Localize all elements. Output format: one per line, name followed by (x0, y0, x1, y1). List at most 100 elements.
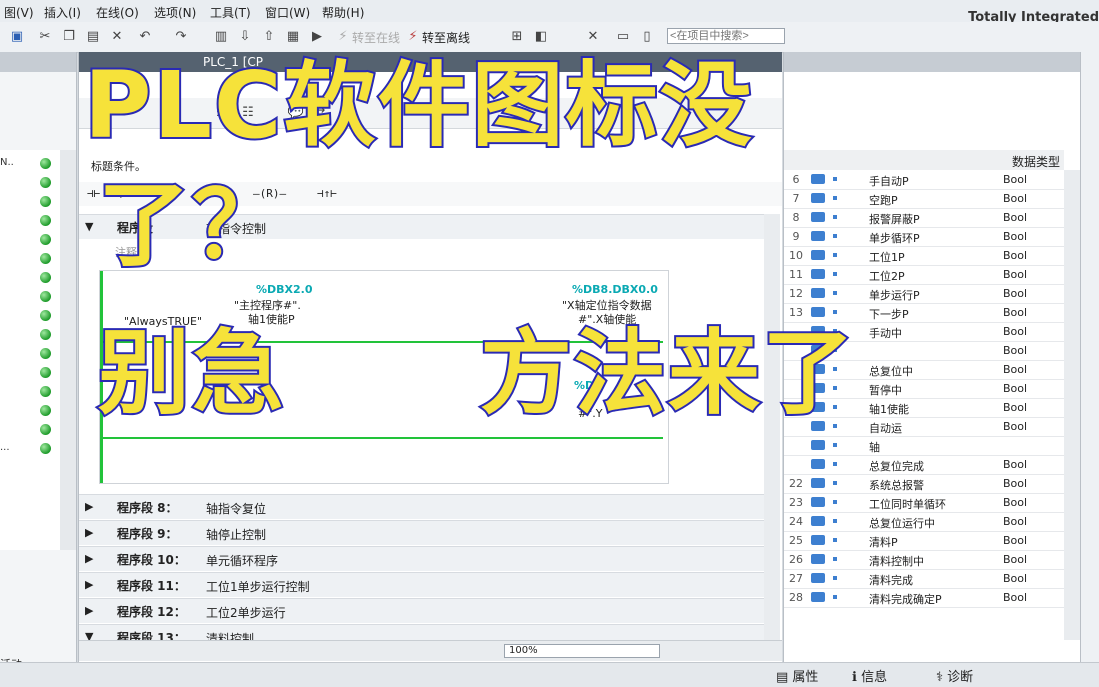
tag-row[interactable]: 8 报警屏蔽P Bool (784, 208, 1064, 228)
tag-row[interactable]: 28 清料完成确定P Bool (784, 588, 1064, 608)
editor-horizontal-scrollbar[interactable]: 100% (79, 640, 782, 661)
project-tree-item[interactable] (0, 306, 60, 325)
tag-row[interactable]: 27 清料完成 Bool (784, 569, 1064, 589)
accessible-devices-icon[interactable]: ⊞ (508, 27, 526, 45)
project-tree-item[interactable] (0, 401, 60, 420)
undo-icon[interactable]: ↶ (136, 27, 154, 45)
tag-data-type[interactable]: Bool (1003, 192, 1027, 205)
tag-data-type[interactable]: Bool (1003, 306, 1027, 319)
collapse-arrow-icon[interactable]: ▼ (85, 220, 93, 233)
tag-row[interactable]: 10 工位1P Bool (784, 246, 1064, 266)
network-12-header[interactable]: ▶ 程序段 12： 工位2单步运行 (79, 598, 764, 623)
project-tree-item[interactable] (0, 249, 60, 268)
tag-row[interactable]: 24 总复位运行中 Bool (784, 512, 1064, 532)
project-tree-item[interactable] (0, 287, 60, 306)
go-online-button[interactable]: 转至在线 (352, 29, 400, 46)
tag-name[interactable]: 自动运 (869, 420, 902, 436)
upload-icon[interactable]: ⇧ (260, 27, 278, 45)
menu-online[interactable]: 在线(O) (96, 4, 139, 21)
tag-data-type[interactable]: Bool (1003, 268, 1027, 281)
tag-table-scrollbar[interactable] (1064, 170, 1080, 640)
go-offline-icon[interactable]: ⚡ (404, 27, 422, 45)
tag-row[interactable]: 轴 (784, 436, 1064, 456)
menu-options[interactable]: 选项(N) (154, 4, 196, 21)
tag-name[interactable]: 系统总报警 (869, 477, 924, 493)
tag-data-type[interactable]: Bool (1003, 211, 1027, 224)
editor-vertical-scrollbar[interactable] (764, 214, 780, 640)
expand-arrow-icon[interactable]: ▶ (85, 526, 93, 539)
tag-data-type[interactable]: Bool (1003, 173, 1027, 186)
coil-address[interactable]: %DB8.DBX0.0 (572, 283, 658, 296)
tag-data-type[interactable]: Bool (1003, 591, 1027, 604)
project-tree-item[interactable]: ... (0, 439, 60, 458)
project-tree-item[interactable]: N.. (0, 154, 60, 173)
simulation-icon[interactable]: ▦ (284, 27, 302, 45)
expand-arrow-icon[interactable]: ▶ (85, 604, 93, 617)
tag-name[interactable]: 报警屏蔽P (869, 211, 920, 227)
menu-tools[interactable]: 工具(T) (210, 4, 251, 21)
network-10-header[interactable]: ▶ 程序段 10： 单元循环程序 (79, 546, 764, 571)
project-tree-item[interactable] (0, 344, 60, 363)
expand-arrow-icon[interactable]: ▶ (85, 500, 93, 513)
tag-data-type[interactable]: Bool (1003, 534, 1027, 547)
tag-data-type[interactable]: Bool (1003, 572, 1027, 585)
tag-name[interactable]: 总复位完成 (869, 458, 924, 474)
tag-data-type[interactable]: Bool (1003, 230, 1027, 243)
tag-name[interactable]: 单步循环P (869, 230, 920, 246)
tag-name[interactable]: 清料控制中 (869, 553, 924, 569)
tag-name[interactable]: 轴1使能 (869, 401, 909, 417)
tag-name[interactable]: 手自动P (869, 173, 909, 189)
redo-icon[interactable]: ↷ (172, 27, 190, 45)
tag-row[interactable]: 总复位完成 Bool (784, 455, 1064, 475)
project-tree-item[interactable] (0, 192, 60, 211)
tag-row[interactable]: 23 工位同时单循环 Bool (784, 493, 1064, 513)
tag-name[interactable]: 总复位运行中 (869, 515, 935, 531)
tag-data-type[interactable]: Bool (1003, 401, 1027, 414)
tag-data-type[interactable]: Bool (1003, 515, 1027, 528)
copy-icon[interactable]: ❐ (60, 27, 78, 45)
info-tab[interactable]: ℹ 信息 (852, 666, 887, 685)
tag-row[interactable]: 22 系统总报警 Bool (784, 474, 1064, 494)
tag-data-type[interactable]: Bool (1003, 458, 1027, 471)
tag-name[interactable]: 单步运行P (869, 287, 920, 303)
go-offline-button[interactable]: 转至离线 (422, 29, 470, 46)
project-tree-item[interactable] (0, 211, 60, 230)
properties-tab[interactable]: ▤ 属性 (776, 666, 818, 685)
project-tree-item[interactable] (0, 173, 60, 192)
expand-arrow-icon[interactable]: ▶ (85, 578, 93, 591)
menu-view[interactable]: 图(V) (4, 4, 34, 21)
network-8-header[interactable]: ▶ 程序段 8： 轴指令复位 (79, 494, 764, 519)
tag-name[interactable]: 工位2P (869, 268, 905, 284)
tag-data-type[interactable]: Bool (1003, 287, 1027, 300)
project-search-input[interactable] (667, 28, 785, 44)
tag-name[interactable]: 下一步P (869, 306, 909, 322)
close-icon[interactable]: ✕ (584, 27, 602, 45)
save-icon[interactable]: ▣ (8, 27, 26, 45)
monitor-icon[interactable]: ◧ (532, 27, 550, 45)
paste-icon[interactable]: ▤ (84, 27, 102, 45)
tag-row[interactable]: 11 工位2P Bool (784, 265, 1064, 285)
menu-insert[interactable]: 插入(I) (44, 4, 81, 21)
tag-data-type[interactable]: Bool (1003, 325, 1027, 338)
tag-data-type[interactable]: Bool (1003, 553, 1027, 566)
project-tree-item[interactable] (0, 382, 60, 401)
tag-name[interactable]: 轴 (869, 439, 880, 455)
zoom-select[interactable]: 100% (504, 644, 660, 658)
split-horizontal-icon[interactable]: ▭ (614, 27, 632, 45)
tag-name[interactable]: 清料完成 (869, 572, 913, 588)
tag-row[interactable]: 9 单步循环P Bool (784, 227, 1064, 247)
tag-data-type[interactable]: Bool (1003, 420, 1027, 433)
tag-name[interactable]: 工位同时单循环 (869, 496, 946, 512)
start-cpu-icon[interactable]: ▶ (308, 27, 326, 45)
network-13-header[interactable]: ▼ 程序段 13： 清料控制 (79, 624, 764, 641)
positive-edge-icon[interactable]: ⊣↑⊢ (317, 187, 337, 200)
tag-row[interactable]: 26 清料控制中 Bool (784, 550, 1064, 570)
tag-row[interactable]: 12 单步运行P Bool (784, 284, 1064, 304)
split-vertical-icon[interactable]: ▯ (638, 27, 656, 45)
delete-icon[interactable]: ✕ (108, 27, 126, 45)
tag-name[interactable]: 工位1P (869, 249, 905, 265)
project-tree-scrollbar[interactable] (60, 150, 76, 550)
tag-name[interactable]: 暂停中 (869, 382, 902, 398)
project-tree-item[interactable] (0, 268, 60, 287)
tag-data-type[interactable]: Bool (1003, 496, 1027, 509)
